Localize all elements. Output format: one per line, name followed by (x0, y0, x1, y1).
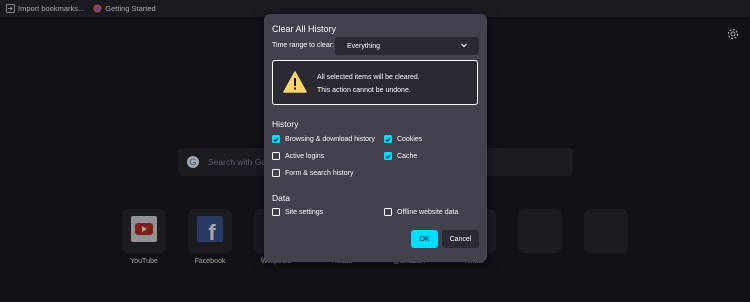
warning-icon (283, 71, 307, 93)
time-range-select[interactable]: Everything (335, 37, 479, 55)
checkbox-checked-icon (384, 135, 392, 143)
checkbox-unchecked-icon (272, 169, 280, 177)
checkbox-unchecked-icon (272, 152, 280, 160)
history-heading: History (272, 119, 299, 129)
checkbox-form-search-history[interactable]: Form & search history (272, 169, 353, 177)
checkbox-label: Site settings (285, 208, 324, 216)
checkbox-unchecked-icon (272, 208, 280, 216)
checkbox-label: Offline website data (397, 208, 459, 216)
checkbox-cache[interactable]: Cache (384, 152, 417, 160)
chevron-down-icon (460, 41, 468, 49)
checkbox-site-settings[interactable]: Site settings (272, 208, 323, 216)
checkbox-checked-icon (384, 152, 392, 160)
checkbox-label: Cookies (397, 135, 423, 143)
checkbox-offline-website-data[interactable]: Offline website data (384, 208, 458, 216)
checkbox-browsing-history[interactable]: Browsing & download history (272, 135, 375, 143)
checkbox-checked-icon (272, 135, 280, 143)
checkbox-cookies[interactable]: Cookies (384, 135, 422, 143)
checkbox-label: Browsing & download history (285, 135, 375, 143)
checkbox-unchecked-icon (384, 208, 392, 216)
warning-line-2: This action cannot be undone. (317, 87, 411, 94)
dialog-title: Clear All History (272, 24, 337, 34)
time-range-value: Everything (347, 42, 381, 50)
time-range-label: Time range to clear: (272, 42, 334, 49)
checkbox-label: Cache (397, 152, 418, 160)
cancel-button[interactable]: Cancel (442, 230, 479, 248)
data-heading: Data (272, 193, 290, 203)
checkbox-active-logins[interactable]: Active logins (272, 152, 324, 160)
ok-button[interactable]: OK (411, 230, 438, 248)
warning-box: All selected items will be cleared. This… (272, 60, 478, 105)
checkbox-label: Form & search history (285, 169, 354, 177)
clear-history-dialog: Clear All History Time range to clear: E… (264, 14, 487, 262)
warning-line-1: All selected items will be cleared. (317, 74, 420, 81)
checkbox-label: Active logins (285, 152, 325, 160)
